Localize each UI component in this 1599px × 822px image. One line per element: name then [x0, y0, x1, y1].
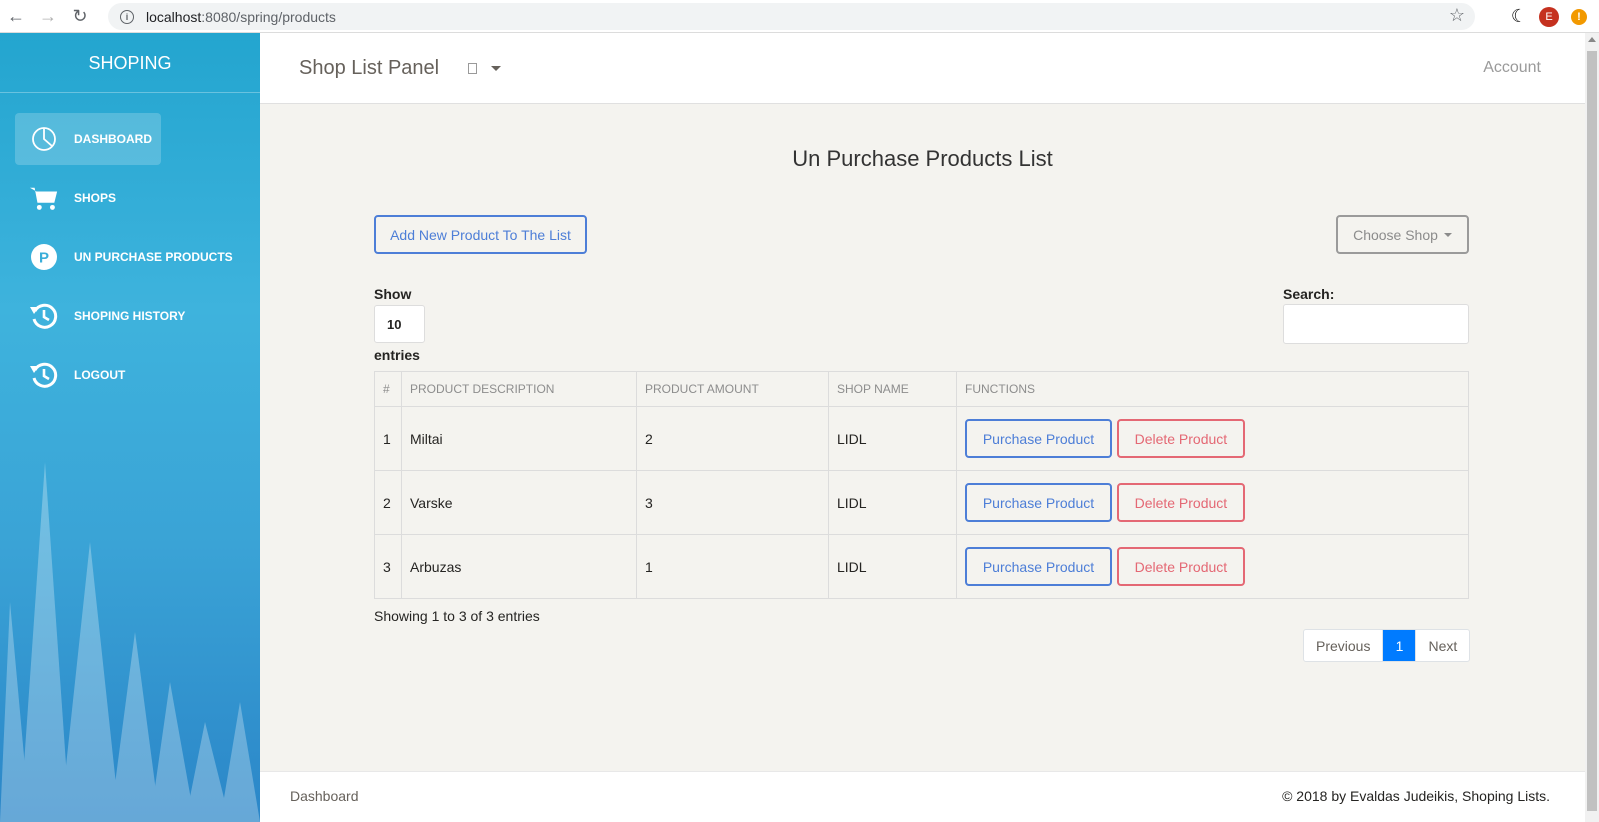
products-table: # PRODUCT DESCRIPTION PRODUCT AMOUNT SHO…	[374, 371, 1469, 599]
pie-chart-icon	[29, 124, 59, 154]
sidebar-item-un-purchase-products[interactable]: P UN PURCHASE PRODUCTS	[15, 231, 245, 283]
sidebar-item-logout[interactable]: LOGOUT	[15, 349, 245, 401]
profile-avatar[interactable]: E	[1539, 6, 1559, 27]
row-number: 1	[374, 406, 402, 471]
square-icon	[468, 62, 477, 74]
column-header-number[interactable]: #	[374, 371, 402, 407]
product-amount: 1	[636, 534, 829, 599]
show-label: Show	[374, 286, 412, 302]
url-path: :8080/spring/products	[201, 8, 336, 25]
delete-product-button[interactable]: Delete Product	[1116, 547, 1245, 586]
svg-text:P: P	[39, 250, 49, 267]
delete-product-button[interactable]: Delete Product	[1116, 419, 1245, 458]
shop-name: LIDL	[828, 470, 957, 535]
column-header-description[interactable]: PRODUCT DESCRIPTION	[401, 371, 637, 407]
footer-dashboard-link[interactable]: Dashboard	[290, 788, 359, 804]
search-input[interactable]	[1283, 304, 1469, 344]
dark-mode-moon-icon[interactable]: ☾	[1511, 6, 1527, 27]
forest-background-image	[0, 462, 260, 822]
url-host: localhost	[146, 8, 202, 25]
back-arrow-icon[interactable]: ←	[0, 0, 32, 33]
address-bar[interactable]: i localhost:8080/spring/products ☆	[108, 3, 1475, 30]
entries-label: entries	[374, 347, 420, 363]
product-description: Miltai	[401, 406, 637, 471]
history-icon	[29, 360, 59, 390]
cart-icon	[29, 183, 59, 213]
history-icon	[29, 301, 59, 331]
column-header-functions: FUNCTIONS	[956, 371, 1469, 407]
parking-icon: P	[29, 242, 59, 272]
purchase-product-button[interactable]: Purchase Product	[965, 419, 1112, 458]
row-number: 3	[374, 534, 402, 599]
forward-arrow-icon[interactable]: →	[32, 0, 64, 33]
footer-copyright: © 2018 by Evaldas Judeikis, Shoping List…	[1282, 788, 1550, 804]
choose-shop-label: Choose Shop	[1353, 226, 1438, 243]
sidebar-item-label: UN PURCHASE PRODUCTS	[74, 250, 233, 264]
info-icon[interactable]: i	[120, 9, 134, 24]
sidebar-nav: DASHBOARD SHOPS P UN PURCHASE PRODUCTS S…	[0, 93, 260, 401]
sidebar: SHOPING DASHBOARD SHOPS P UN PURCHASE PR…	[0, 33, 260, 822]
scrollbar-thumb[interactable]	[1587, 51, 1597, 811]
pagination-previous[interactable]: Previous	[1304, 630, 1382, 661]
sidebar-item-label: LOGOUT	[74, 368, 126, 382]
navbar-dropdown-toggle[interactable]	[468, 59, 501, 75]
search-label: Search:	[1283, 286, 1335, 302]
row-number: 2	[374, 470, 402, 535]
scroll-up-arrow-icon[interactable]	[1588, 37, 1596, 42]
product-description: Varske	[401, 470, 637, 535]
main-content: Un Purchase Products List Add New Produc…	[260, 104, 1585, 770]
page-scrollbar[interactable]	[1585, 33, 1599, 822]
sidebar-item-shops[interactable]: SHOPS	[15, 172, 245, 224]
column-header-shop[interactable]: SHOP NAME	[828, 371, 957, 407]
sidebar-item-label: SHOPING HISTORY	[74, 309, 186, 323]
pagination-page-1[interactable]: 1	[1382, 630, 1416, 661]
page-title: Un Purchase Products List	[792, 146, 1053, 171]
functions-cell: Purchase Product Delete Product	[956, 534, 1469, 599]
delete-product-button[interactable]: Delete Product	[1116, 483, 1245, 522]
product-amount: 2	[636, 406, 829, 471]
purchase-product-button[interactable]: Purchase Product	[965, 547, 1112, 586]
pagination-next[interactable]: Next	[1415, 630, 1469, 661]
product-description: Arbuzas	[401, 534, 637, 599]
top-navbar: Shop List Panel Account	[260, 33, 1585, 104]
brand-title[interactable]: SHOPING	[0, 33, 260, 93]
panel-title[interactable]: Shop List Panel	[299, 57, 439, 80]
product-amount: 3	[636, 470, 829, 535]
column-header-amount[interactable]: PRODUCT AMOUNT	[636, 371, 829, 407]
table-info: Showing 1 to 3 of 3 entries	[374, 608, 540, 624]
sidebar-item-label: SHOPS	[74, 191, 117, 205]
table-header-row: # PRODUCT DESCRIPTION PRODUCT AMOUNT SHO…	[374, 371, 1469, 407]
bookmark-star-icon[interactable]: ☆	[1449, 5, 1465, 26]
browser-toolbar: ← → ↻ i localhost:8080/spring/products ☆…	[0, 0, 1599, 33]
update-alert-icon[interactable]: !	[1571, 8, 1587, 25]
add-product-button[interactable]: Add New Product To The List	[374, 215, 587, 254]
caret-down-icon	[491, 65, 501, 71]
functions-cell: Purchase Product Delete Product	[956, 470, 1469, 535]
sidebar-item-label: DASHBOARD	[74, 132, 152, 146]
table-row: 1 Miltai 2 LIDL Purchase Product Delete …	[374, 406, 1469, 471]
sidebar-item-dashboard[interactable]: DASHBOARD	[15, 113, 161, 165]
choose-shop-dropdown[interactable]: Choose Shop	[1336, 215, 1469, 254]
caret-down-icon	[1443, 232, 1452, 237]
shop-name: LIDL	[828, 534, 957, 599]
account-link[interactable]: Account	[1483, 59, 1541, 77]
shop-name: LIDL	[828, 406, 957, 471]
sidebar-item-shoping-history[interactable]: SHOPING HISTORY	[15, 290, 245, 342]
purchase-product-button[interactable]: Purchase Product	[965, 483, 1112, 522]
table-row: 3 Arbuzas 1 LIDL Purchase Product Delete…	[374, 534, 1469, 599]
pagination: Previous 1 Next	[1303, 629, 1471, 662]
reload-icon[interactable]: ↻	[64, 0, 96, 33]
footer: Dashboard © 2018 by Evaldas Judeikis, Sh…	[260, 771, 1585, 822]
entries-length-select[interactable]: 10	[374, 305, 425, 343]
table-row: 2 Varske 3 LIDL Purchase Product Delete …	[374, 470, 1469, 535]
functions-cell: Purchase Product Delete Product	[956, 406, 1469, 471]
